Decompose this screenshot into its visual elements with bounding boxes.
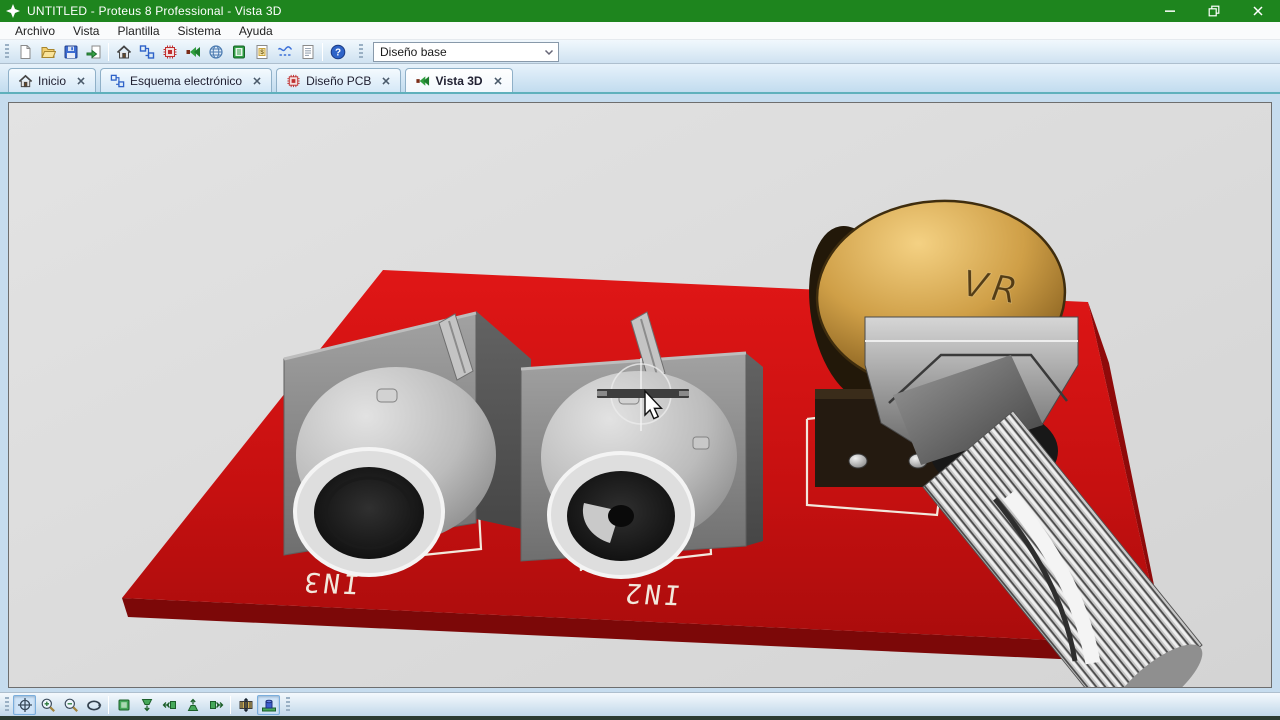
- gerber-viewer-button[interactable]: [204, 41, 227, 63]
- view-left-button[interactable]: [158, 695, 181, 715]
- bill-of-materials-button[interactable]: $: [250, 41, 273, 63]
- menu-ayuda[interactable]: Ayuda: [230, 23, 282, 39]
- titlebar: UNTITLED - Proteus 8 Professional - Vist…: [0, 0, 1280, 22]
- pcb-layout-icon: [286, 73, 301, 88]
- save-project-button[interactable]: [59, 41, 82, 63]
- close-button[interactable]: [1236, 0, 1280, 22]
- open-project-button[interactable]: [36, 41, 59, 63]
- tab-label: Esquema electrónico: [130, 74, 242, 88]
- schematic-capture-icon: [110, 73, 125, 88]
- toolbar-grip[interactable]: [359, 44, 363, 60]
- svg-text:$: $: [260, 49, 264, 56]
- toolbar-separator: [108, 43, 109, 61]
- menu-sistema[interactable]: Sistema: [169, 23, 230, 39]
- view-toolbar: [0, 692, 1280, 716]
- toolbar-grip[interactable]: [5, 697, 9, 713]
- close-tab-icon[interactable]: [379, 74, 393, 88]
- svg-text:?: ?: [334, 47, 340, 58]
- 3d-viewer-button[interactable]: [181, 41, 204, 63]
- close-tab-icon[interactable]: [250, 74, 264, 88]
- center-view-button[interactable]: [13, 695, 36, 715]
- new-project-button[interactable]: [13, 41, 36, 63]
- tab-esquema-electronico[interactable]: Esquema electrónico: [100, 68, 272, 92]
- design-selector-value: Diseño base: [374, 45, 540, 59]
- menu-plantilla[interactable]: Plantilla: [108, 23, 168, 39]
- toolbar-separator: [108, 696, 109, 714]
- main-toolbar: $ ? Diseño base: [0, 40, 1280, 64]
- restore-button[interactable]: [1192, 0, 1236, 22]
- proteus-window: UNTITLED - Proteus 8 Professional - Vist…: [0, 0, 1280, 720]
- content-area: IN3 IN2 VR: [0, 94, 1280, 692]
- tab-inicio[interactable]: Inicio: [8, 68, 96, 92]
- menu-archivo[interactable]: Archivo: [6, 23, 64, 39]
- window-bottom-edge: [0, 716, 1280, 720]
- close-tab-icon[interactable]: [491, 74, 505, 88]
- view-right-button[interactable]: [204, 695, 227, 715]
- show-board-button[interactable]: [257, 695, 280, 715]
- window-title: UNTITLED - Proteus 8 Professional - Vist…: [27, 4, 282, 18]
- help-button[interactable]: ?: [326, 41, 349, 63]
- height-bounds-button[interactable]: [234, 695, 257, 715]
- pcb-layout-button[interactable]: [158, 41, 181, 63]
- menubar: Archivo Vista Plantilla Sistema Ayuda: [0, 22, 1280, 40]
- import-project-button[interactable]: [82, 41, 105, 63]
- chevron-down-icon[interactable]: [540, 43, 558, 61]
- toolbar-separator: [230, 696, 231, 714]
- 3d-viewport[interactable]: IN3 IN2 VR: [8, 102, 1272, 688]
- view-top-button[interactable]: [181, 695, 204, 715]
- app-icon: [5, 3, 21, 19]
- menu-vista[interactable]: Vista: [64, 23, 108, 39]
- tab-diseno-pcb[interactable]: Diseño PCB: [276, 68, 401, 92]
- minimize-button[interactable]: [1148, 0, 1192, 22]
- home-icon: [18, 73, 33, 88]
- tab-label: Vista 3D: [435, 74, 482, 88]
- design-explorer-button[interactable]: [227, 41, 250, 63]
- toolbar-grip[interactable]: [286, 697, 290, 713]
- view-main-button[interactable]: [112, 695, 135, 715]
- toolbar-grip[interactable]: [5, 44, 9, 60]
- zoom-in-button[interactable]: [36, 695, 59, 715]
- toolbar-separator: [322, 43, 323, 61]
- 3d-viewer-icon: [415, 73, 430, 88]
- document-tabbar: Inicio Esquema electrónico Diseño PCB Vi…: [0, 64, 1280, 94]
- home-button[interactable]: [112, 41, 135, 63]
- schematic-capture-button[interactable]: [135, 41, 158, 63]
- design-selector[interactable]: Diseño base: [373, 42, 559, 62]
- tab-vista-3d[interactable]: Vista 3D: [405, 68, 512, 92]
- label-in2: IN2: [620, 577, 682, 610]
- close-tab-icon[interactable]: [74, 74, 88, 88]
- electrical-rules-button[interactable]: [273, 41, 296, 63]
- orbit-button[interactable]: [82, 695, 105, 715]
- tab-label: Diseño PCB: [306, 74, 371, 88]
- report-button[interactable]: [296, 41, 319, 63]
- tab-label: Inicio: [38, 74, 66, 88]
- view-front-button[interactable]: [135, 695, 158, 715]
- 3d-scene: IN3 IN2 VR: [9, 103, 1271, 687]
- zoom-out-button[interactable]: [59, 695, 82, 715]
